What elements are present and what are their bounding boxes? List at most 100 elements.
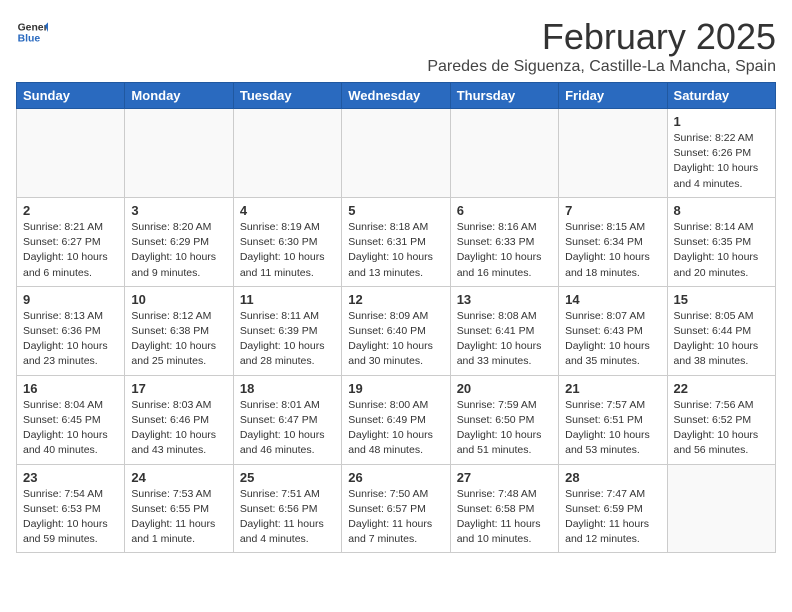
calendar-cell bbox=[667, 464, 775, 553]
day-number: 3 bbox=[131, 203, 226, 218]
day-info: Sunrise: 8:16 AM Sunset: 6:33 PM Dayligh… bbox=[457, 220, 552, 281]
day-number: 28 bbox=[565, 470, 660, 485]
day-number: 9 bbox=[23, 292, 118, 307]
day-number: 1 bbox=[674, 114, 769, 129]
location-title: Paredes de Siguenza, Castille-La Mancha,… bbox=[427, 58, 776, 76]
day-info: Sunrise: 7:50 AM Sunset: 6:57 PM Dayligh… bbox=[348, 487, 443, 548]
calendar-cell: 16 Sunrise: 8:04 AM Sunset: 6:45 PM Dayli… bbox=[17, 375, 125, 464]
day-info: Sunrise: 7:54 AM Sunset: 6:53 PM Dayligh… bbox=[23, 487, 118, 548]
calendar-cell: 25 Sunrise: 7:51 AM Sunset: 6:56 PM Dayli… bbox=[233, 464, 341, 553]
week-row-1: 2 Sunrise: 8:21 AM Sunset: 6:27 PM Daylig… bbox=[17, 197, 776, 286]
title-block: February 2025 Paredes de Siguenza, Casti… bbox=[427, 16, 776, 76]
day-info: Sunrise: 8:04 AM Sunset: 6:45 PM Dayligh… bbox=[23, 398, 118, 459]
day-number: 23 bbox=[23, 470, 118, 485]
calendar-cell: 8Sunrise: 8:14 AM Sunset: 6:35 PM Daylig… bbox=[667, 197, 775, 286]
calendar-cell: 17 Sunrise: 8:03 AM Sunset: 6:46 PM Dayli… bbox=[125, 375, 233, 464]
month-title: February 2025 bbox=[427, 16, 776, 58]
day-info: Sunrise: 8:22 AM Sunset: 6:26 PM Dayligh… bbox=[674, 131, 769, 192]
calendar-table: SundayMondayTuesdayWednesdayThursdayFrid… bbox=[16, 82, 776, 553]
day-info: Sunrise: 7:53 AM Sunset: 6:55 PM Dayligh… bbox=[131, 487, 226, 548]
weekday-header-friday: Friday bbox=[559, 83, 667, 109]
day-number: 6 bbox=[457, 203, 552, 218]
calendar-cell bbox=[559, 109, 667, 198]
day-info: Sunrise: 8:03 AM Sunset: 6:46 PM Dayligh… bbox=[131, 398, 226, 459]
calendar-cell: 9 Sunrise: 8:13 AM Sunset: 6:36 PM Daylig… bbox=[17, 286, 125, 375]
day-number: 8 bbox=[674, 203, 769, 218]
week-row-0: 1 Sunrise: 8:22 AM Sunset: 6:26 PM Daylig… bbox=[17, 109, 776, 198]
day-number: 24 bbox=[131, 470, 226, 485]
day-info: Sunrise: 7:57 AM Sunset: 6:51 PM Dayligh… bbox=[565, 398, 660, 459]
weekday-header-saturday: Saturday bbox=[667, 83, 775, 109]
logo: General Blue bbox=[16, 16, 48, 48]
calendar-cell: 10 Sunrise: 8:12 AM Sunset: 6:38 PM Dayli… bbox=[125, 286, 233, 375]
day-info: Sunrise: 7:56 AM Sunset: 6:52 PM Dayligh… bbox=[674, 398, 769, 459]
svg-text:Blue: Blue bbox=[18, 34, 41, 45]
svg-text:General: General bbox=[18, 22, 48, 33]
day-info: Sunrise: 7:51 AM Sunset: 6:56 PM Dayligh… bbox=[240, 487, 335, 548]
calendar-cell: 11Sunrise: 8:11 AM Sunset: 6:39 PM Dayli… bbox=[233, 286, 341, 375]
day-info: Sunrise: 8:21 AM Sunset: 6:27 PM Dayligh… bbox=[23, 220, 118, 281]
calendar-cell: 28 Sunrise: 7:47 AM Sunset: 6:59 PM Dayli… bbox=[559, 464, 667, 553]
calendar-cell: 6 Sunrise: 8:16 AM Sunset: 6:33 PM Daylig… bbox=[450, 197, 558, 286]
day-info: Sunrise: 8:20 AM Sunset: 6:29 PM Dayligh… bbox=[131, 220, 226, 281]
day-info: Sunrise: 8:00 AM Sunset: 6:49 PM Dayligh… bbox=[348, 398, 443, 459]
calendar-cell: 19Sunrise: 8:00 AM Sunset: 6:49 PM Dayli… bbox=[342, 375, 450, 464]
day-info: Sunrise: 8:12 AM Sunset: 6:38 PM Dayligh… bbox=[131, 309, 226, 370]
calendar-cell: 3 Sunrise: 8:20 AM Sunset: 6:29 PM Daylig… bbox=[125, 197, 233, 286]
day-info: Sunrise: 8:13 AM Sunset: 6:36 PM Dayligh… bbox=[23, 309, 118, 370]
day-number: 15 bbox=[674, 292, 769, 307]
day-info: Sunrise: 8:08 AM Sunset: 6:41 PM Dayligh… bbox=[457, 309, 552, 370]
day-info: Sunrise: 8:01 AM Sunset: 6:47 PM Dayligh… bbox=[240, 398, 335, 459]
weekday-header-thursday: Thursday bbox=[450, 83, 558, 109]
calendar-cell: 15 Sunrise: 8:05 AM Sunset: 6:44 PM Dayli… bbox=[667, 286, 775, 375]
day-number: 25 bbox=[240, 470, 335, 485]
week-row-2: 9 Sunrise: 8:13 AM Sunset: 6:36 PM Daylig… bbox=[17, 286, 776, 375]
calendar-cell: 7 Sunrise: 8:15 AM Sunset: 6:34 PM Daylig… bbox=[559, 197, 667, 286]
page-header: General Blue February 2025 Paredes de Si… bbox=[16, 16, 776, 76]
week-row-3: 16 Sunrise: 8:04 AM Sunset: 6:45 PM Dayli… bbox=[17, 375, 776, 464]
calendar-cell: 24 Sunrise: 7:53 AM Sunset: 6:55 PM Dayli… bbox=[125, 464, 233, 553]
day-info: Sunrise: 8:09 AM Sunset: 6:40 PM Dayligh… bbox=[348, 309, 443, 370]
day-number: 5 bbox=[348, 203, 443, 218]
calendar-cell: 1 Sunrise: 8:22 AM Sunset: 6:26 PM Daylig… bbox=[667, 109, 775, 198]
day-number: 7 bbox=[565, 203, 660, 218]
day-number: 14 bbox=[565, 292, 660, 307]
calendar-cell: 27 Sunrise: 7:48 AM Sunset: 6:58 PM Dayli… bbox=[450, 464, 558, 553]
day-number: 20 bbox=[457, 381, 552, 396]
day-number: 16 bbox=[23, 381, 118, 396]
logo-icon: General Blue bbox=[16, 16, 48, 48]
calendar-cell bbox=[342, 109, 450, 198]
calendar-cell bbox=[450, 109, 558, 198]
calendar-cell: 21 Sunrise: 7:57 AM Sunset: 6:51 PM Dayli… bbox=[559, 375, 667, 464]
day-number: 10 bbox=[131, 292, 226, 307]
day-info: Sunrise: 8:05 AM Sunset: 6:44 PM Dayligh… bbox=[674, 309, 769, 370]
calendar-cell bbox=[125, 109, 233, 198]
day-number: 27 bbox=[457, 470, 552, 485]
calendar-cell bbox=[17, 109, 125, 198]
calendar-cell: 2 Sunrise: 8:21 AM Sunset: 6:27 PM Daylig… bbox=[17, 197, 125, 286]
day-info: Sunrise: 8:11 AM Sunset: 6:39 PM Dayligh… bbox=[240, 309, 335, 370]
day-number: 2 bbox=[23, 203, 118, 218]
day-info: Sunrise: 8:19 AM Sunset: 6:30 PM Dayligh… bbox=[240, 220, 335, 281]
calendar-cell: 22Sunrise: 7:56 AM Sunset: 6:52 PM Dayli… bbox=[667, 375, 775, 464]
day-number: 18 bbox=[240, 381, 335, 396]
calendar-cell: 18 Sunrise: 8:01 AM Sunset: 6:47 PM Dayli… bbox=[233, 375, 341, 464]
weekday-header-wednesday: Wednesday bbox=[342, 83, 450, 109]
week-row-4: 23 Sunrise: 7:54 AM Sunset: 6:53 PM Dayli… bbox=[17, 464, 776, 553]
day-info: Sunrise: 8:15 AM Sunset: 6:34 PM Dayligh… bbox=[565, 220, 660, 281]
weekday-header-sunday: Sunday bbox=[17, 83, 125, 109]
day-number: 13 bbox=[457, 292, 552, 307]
day-info: Sunrise: 7:48 AM Sunset: 6:58 PM Dayligh… bbox=[457, 487, 552, 548]
calendar-cell: 5Sunrise: 8:18 AM Sunset: 6:31 PM Daylig… bbox=[342, 197, 450, 286]
day-number: 26 bbox=[348, 470, 443, 485]
calendar-cell: 12 Sunrise: 8:09 AM Sunset: 6:40 PM Dayli… bbox=[342, 286, 450, 375]
day-number: 4 bbox=[240, 203, 335, 218]
day-info: Sunrise: 7:47 AM Sunset: 6:59 PM Dayligh… bbox=[565, 487, 660, 548]
day-number: 17 bbox=[131, 381, 226, 396]
day-number: 12 bbox=[348, 292, 443, 307]
calendar-cell: 26 Sunrise: 7:50 AM Sunset: 6:57 PM Dayli… bbox=[342, 464, 450, 553]
day-number: 21 bbox=[565, 381, 660, 396]
day-info: Sunrise: 8:07 AM Sunset: 6:43 PM Dayligh… bbox=[565, 309, 660, 370]
calendar-cell: 23 Sunrise: 7:54 AM Sunset: 6:53 PM Dayli… bbox=[17, 464, 125, 553]
calendar-cell: 4 Sunrise: 8:19 AM Sunset: 6:30 PM Daylig… bbox=[233, 197, 341, 286]
